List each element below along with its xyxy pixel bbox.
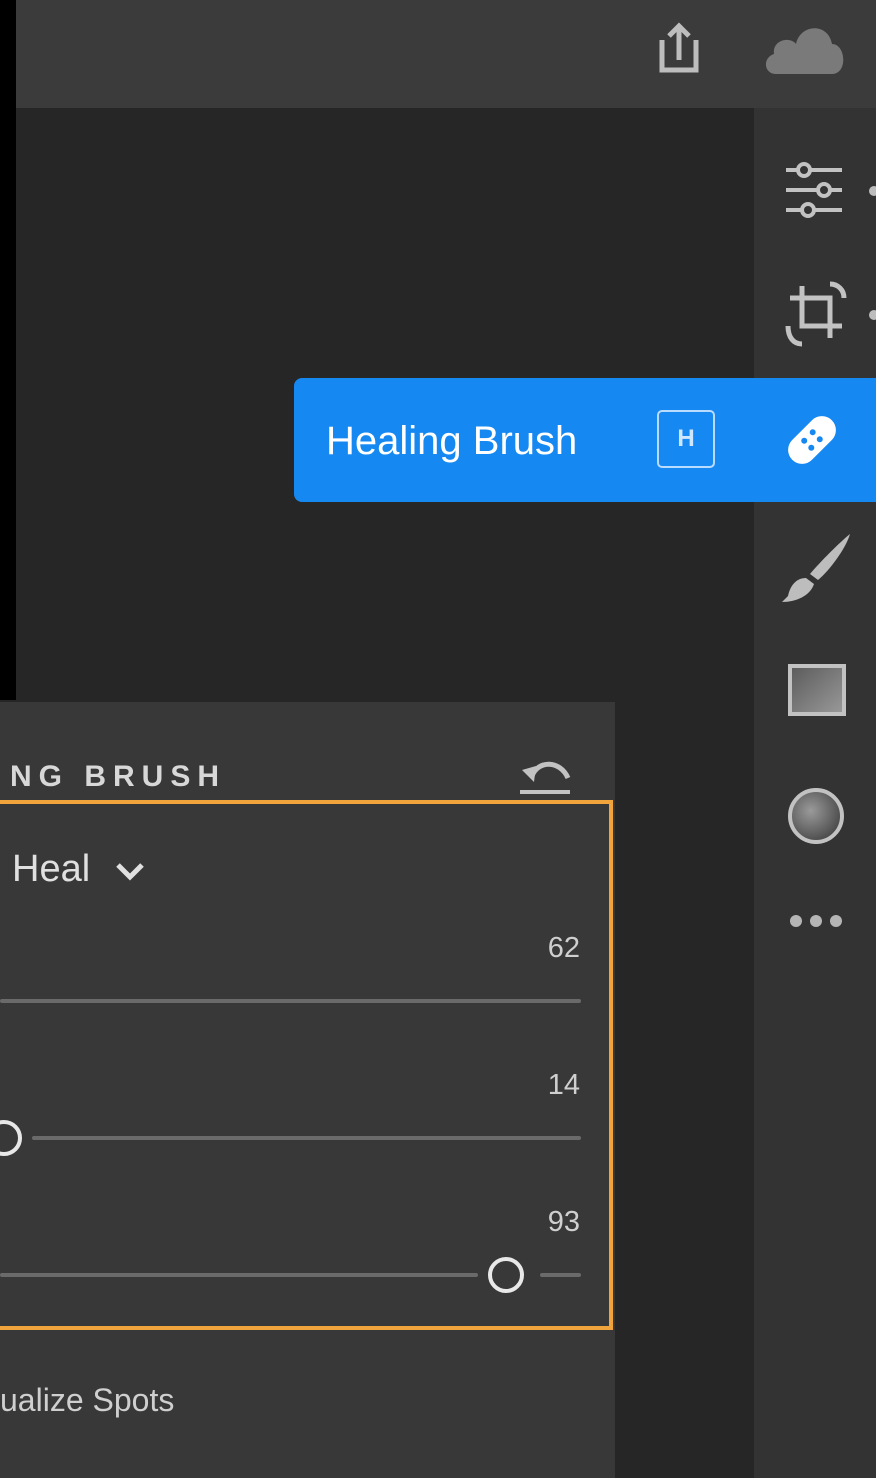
active-indicator-dot-2: [869, 310, 876, 320]
active-indicator-dot: [869, 186, 876, 196]
cloud-icon[interactable]: [762, 18, 846, 76]
reset-icon[interactable]: [516, 752, 572, 796]
photo-canvas: [0, 0, 16, 700]
crop-rotate-icon[interactable]: [784, 280, 848, 348]
more-icon[interactable]: [788, 912, 844, 930]
mode-dropdown[interactable]: Heal: [12, 848, 145, 891]
opacity-slider-thumb[interactable]: [488, 1257, 524, 1293]
size-slider-track[interactable]: [0, 999, 581, 1003]
top-bar: [0, 0, 876, 108]
shortcut-key-badge: H: [657, 410, 715, 468]
healing-brush-panel: NG BRUSH Heal 62 14 93 ualize Spots: [0, 702, 615, 1478]
share-icon[interactable]: [652, 20, 706, 76]
healing-brush-icon[interactable]: [780, 404, 844, 476]
size-value: 62: [547, 932, 580, 964]
opacity-slider-track-end: [540, 1273, 581, 1277]
chevron-down-icon: [115, 863, 144, 881]
opacity-slider-track[interactable]: [0, 1273, 478, 1277]
feather-slider-track[interactable]: [32, 1136, 581, 1140]
panel-title: NG BRUSH: [10, 760, 227, 793]
tooltip-label: Healing Brush: [326, 419, 578, 463]
edit-sliders-icon[interactable]: [784, 160, 844, 220]
linear-gradient-icon[interactable]: [788, 664, 846, 716]
healing-brush-tooltip[interactable]: Healing Brush H: [294, 378, 876, 502]
visualize-spots-toggle[interactable]: ualize Spots: [0, 1382, 174, 1419]
mode-value: Heal: [12, 848, 91, 890]
opacity-value: 93: [547, 1206, 580, 1238]
feather-value: 14: [547, 1069, 580, 1101]
radial-gradient-icon[interactable]: [786, 786, 846, 846]
brush-icon[interactable]: [780, 532, 854, 604]
